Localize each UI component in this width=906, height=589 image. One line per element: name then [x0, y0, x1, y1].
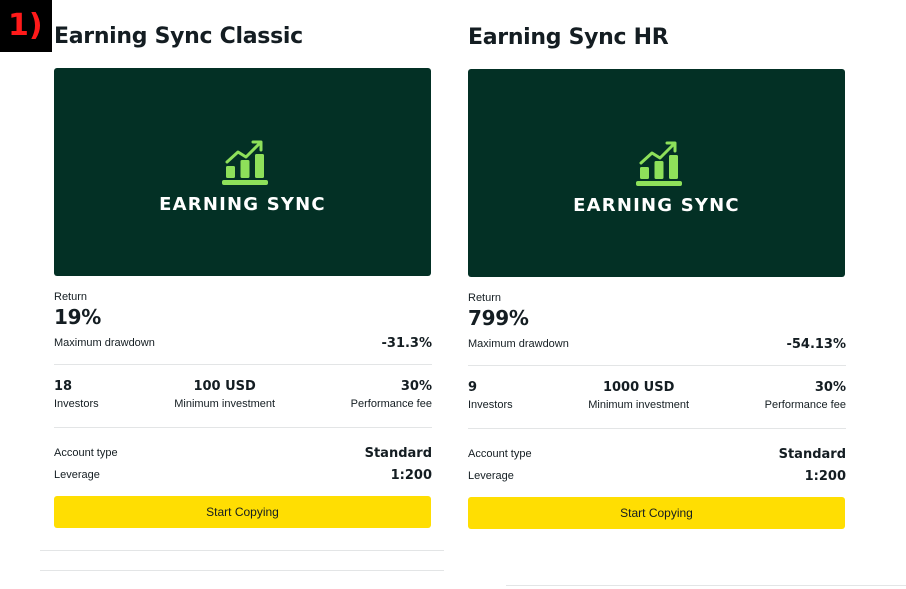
step-number-badge: 1): [0, 0, 52, 52]
drawdown-row: Maximum drawdown -31.3%: [54, 334, 432, 352]
banner-logo-text: EARNING SYNC: [159, 194, 326, 215]
strategy-banner: EARNING SYNC: [468, 69, 845, 277]
chart-growth-icon: [222, 140, 268, 185]
drawdown-label: Maximum drawdown: [54, 337, 155, 349]
performance-fee-label: Performance fee: [350, 398, 432, 410]
leverage-row: Leverage 1:200: [468, 465, 846, 487]
strategy-card-classic: Earning Sync Classic EARNING SYNC Return…: [54, 22, 432, 528]
account-details: Account type Standard Leverage 1:200: [54, 428, 432, 486]
account-type-row: Account type Standard: [54, 442, 432, 464]
section-divider: [40, 570, 444, 571]
performance-fee-value: 30%: [400, 379, 432, 394]
leverage-value: 1:200: [804, 468, 846, 484]
leverage-row: Leverage 1:200: [54, 464, 432, 486]
banner-logo-text: EARNING SYNC: [573, 195, 740, 216]
account-type-value: Standard: [364, 445, 432, 461]
investors-value: 18: [54, 379, 73, 394]
account-details: Account type Standard Leverage 1:200: [468, 429, 846, 487]
min-investment-label: Minimum investment: [174, 398, 276, 410]
stats-row: 18 Investors 100 USD Minimum investment …: [54, 365, 432, 427]
investors-stat: 9 Investors: [468, 380, 513, 428]
min-investment-value: 1000 USD: [602, 380, 675, 395]
investors-stat: 18 Investors: [54, 379, 99, 427]
leverage-label: Leverage: [54, 469, 100, 481]
account-type-label: Account type: [468, 448, 532, 460]
leverage-value: 1:200: [390, 467, 432, 483]
leverage-label: Leverage: [468, 470, 514, 482]
chart-growth-icon: [636, 141, 682, 186]
strategy-title: Earning Sync HR: [468, 25, 669, 50]
performance-fee-value: 30%: [814, 380, 846, 395]
drawdown-label: Maximum drawdown: [468, 338, 569, 350]
section-divider: [506, 585, 906, 586]
account-type-label: Account type: [54, 447, 118, 459]
strategy-title: Earning Sync Classic: [54, 24, 303, 49]
investors-label: Investors: [468, 399, 513, 411]
drawdown-value: -54.13%: [786, 336, 846, 352]
return-label: Return: [54, 291, 88, 303]
min-investment-label: Minimum investment: [588, 399, 690, 411]
min-investment-stat: 100 USD Minimum investment: [174, 379, 275, 427]
investors-value: 9: [468, 380, 478, 395]
min-investment-stat: 1000 USD Minimum investment: [588, 380, 689, 428]
strategy-card-hr: Earning Sync HR EARNING SYNC Return 799%…: [468, 23, 846, 529]
section-divider: [40, 550, 444, 551]
start-copying-button[interactable]: Start Copying: [468, 497, 845, 529]
return-value: 19%: [54, 305, 101, 329]
performance-fee-stat: 30% Performance fee: [351, 379, 432, 427]
return-value: 799%: [468, 306, 529, 330]
performance-fee-label: Performance fee: [764, 399, 846, 411]
strategy-banner: EARNING SYNC: [54, 68, 431, 276]
stats-row: 9 Investors 1000 USD Minimum investment …: [468, 366, 846, 428]
investors-label: Investors: [54, 398, 99, 410]
performance-fee-stat: 30% Performance fee: [765, 380, 846, 428]
account-type-value: Standard: [778, 446, 846, 462]
min-investment-value: 100 USD: [193, 379, 256, 394]
account-type-row: Account type Standard: [468, 443, 846, 465]
drawdown-row: Maximum drawdown -54.13%: [468, 335, 846, 353]
start-copying-button[interactable]: Start Copying: [54, 496, 431, 528]
return-label: Return: [468, 292, 502, 304]
drawdown-value: -31.3%: [381, 335, 433, 351]
